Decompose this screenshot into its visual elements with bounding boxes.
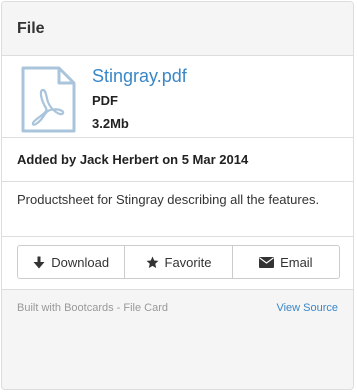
download-button-label: Download [51, 254, 110, 270]
email-button[interactable]: Email [231, 245, 340, 279]
favorite-button-label: Favorite [164, 254, 212, 270]
favorite-button[interactable]: Favorite [124, 245, 233, 279]
file-size: 3.2Mb [92, 116, 129, 131]
added-by-text: Added by Jack Herbert on 5 Mar 2014 [2, 138, 353, 182]
file-info: Stingray.pdf PDF 3.2Mb [2, 56, 353, 138]
page: File Stingray.pdf PDF 3.2Mb Added by Jac… [0, 0, 357, 392]
footer-note: Built with Bootcards - File Card [17, 302, 168, 314]
action-button-group: Download Favorite Email [17, 245, 340, 279]
action-bar: Download Favorite Email [2, 237, 353, 289]
download-button[interactable]: Download [17, 245, 126, 279]
view-source-link[interactable]: View Source [276, 301, 338, 328]
pdf-file-icon [21, 66, 76, 133]
file-name-link[interactable]: Stingray.pdf [92, 65, 187, 87]
card-footer: Built with Bootcards - File Card View So… [2, 290, 353, 328]
file-type: PDF [92, 93, 118, 108]
file-description: Productsheet for Stingray describing all… [2, 182, 353, 237]
email-button-label: Email [280, 254, 313, 270]
file-card: File Stingray.pdf PDF 3.2Mb Added by Jac… [1, 1, 354, 390]
envelope-icon [259, 256, 275, 268]
download-icon [33, 256, 45, 268]
card-heading: File [2, 2, 353, 56]
card-body: File Stingray.pdf PDF 3.2Mb Added by Jac… [2, 2, 353, 290]
star-icon [146, 256, 158, 268]
